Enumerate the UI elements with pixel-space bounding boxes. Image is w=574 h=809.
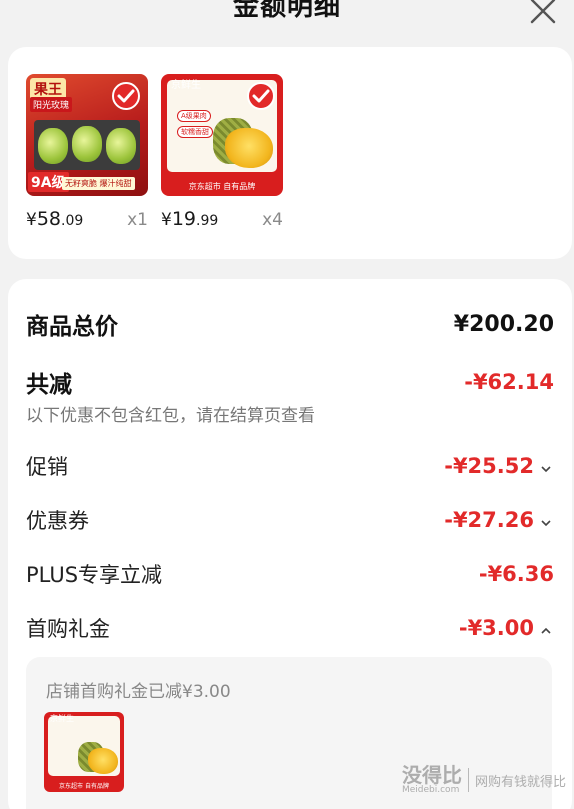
price-summary-card: 商品总价 ¥200.20 共减 -¥62.14 以下优惠不包含红包，请在结算页查…	[8, 279, 572, 809]
watermark: 没得比 Meidebi.com 网购有钱就得比	[402, 765, 566, 795]
plus-discount-row: PLUS专享立减 -¥6.36	[26, 559, 554, 589]
durian-product-thumbnail: 京鲜生 京东超市 自有品牌	[44, 712, 124, 792]
product-item-durian[interactable]: A级果肉 软糯香甜 京鲜生 京东超市 自有品牌 ¥19.99 x4	[161, 74, 283, 232]
total-price-label: 商品总价	[26, 314, 118, 340]
durian-footer-label: 京东超市 自有品牌	[188, 182, 256, 191]
watermark-slogan: 网购有钱就得比	[474, 774, 566, 790]
coupon-value: -¥27.26	[444, 508, 554, 532]
close-icon[interactable]	[526, 0, 560, 28]
grape-subtitle-label: 阳光玫瑰	[30, 97, 73, 112]
durian-brand-label: 京鲜生	[171, 80, 201, 91]
watermark-url: Meidebi.com	[401, 785, 460, 795]
first-purchase-value: -¥3.00	[459, 616, 554, 640]
coupon-label: 优惠券	[26, 509, 89, 533]
plus-discount-value: -¥6.36	[478, 562, 554, 586]
promotion-value: -¥25.52	[444, 454, 554, 478]
watermark-brand: 没得比 Meidebi.com	[402, 765, 462, 795]
watermark-main: 没得比	[401, 763, 462, 787]
check-icon	[112, 82, 140, 110]
thumbnail-footer-label: 京东超市 自有品牌	[59, 783, 109, 790]
grape-slogan-label: 无籽爽脆 爆汁纯甜	[62, 177, 135, 190]
durian-tag-label: 软糯香甜	[177, 126, 213, 138]
promotion-label: 促销	[26, 455, 68, 479]
check-icon	[247, 82, 275, 110]
chevron-down-icon[interactable]	[538, 512, 554, 528]
total-discount-value: -¥62.14	[464, 370, 554, 394]
product-price: ¥58.09	[26, 208, 84, 230]
chevron-down-icon[interactable]	[538, 458, 554, 474]
first-purchase-label: 首购礼金	[26, 617, 110, 641]
first-purchase-row[interactable]: 首购礼金 -¥3.00	[26, 613, 554, 643]
plus-discount-label: PLUS专享立减	[26, 563, 163, 587]
grape-box-image	[34, 120, 140, 170]
product-price-row: ¥58.09 x1	[26, 208, 148, 232]
grape-product-image[interactable]: 果王 阳光玫瑰 9A级 无籽爽脆 爆汁纯甜	[26, 74, 148, 196]
durian-tag-label: A级果肉	[177, 110, 211, 122]
first-purchase-detail-text: 店铺首购礼金已减¥3.00	[46, 682, 231, 702]
product-item-grape[interactable]: 果王 阳光玫瑰 9A级 无籽爽脆 爆汁纯甜 ¥58.09 x1	[26, 74, 148, 232]
products-card: 果王 阳光玫瑰 9A级 无籽爽脆 爆汁纯甜 ¥58.09 x1 A级果肉 软糯香…	[8, 47, 572, 259]
product-price-row: ¥19.99 x4	[161, 208, 283, 232]
durian-product-image[interactable]: A级果肉 软糯香甜 京鲜生 京东超市 自有品牌	[161, 74, 283, 196]
promotion-row[interactable]: 促销 -¥25.52	[26, 451, 554, 481]
total-discount-row: 共减 -¥62.14	[26, 365, 554, 399]
total-price-row: 商品总价 ¥200.20	[26, 307, 554, 341]
product-quantity: x4	[262, 210, 283, 230]
total-price-value: ¥200.20	[453, 311, 554, 337]
thumbnail-brand-label: 京鲜生	[50, 714, 74, 723]
page-title: 金额明细	[232, 0, 341, 22]
coupon-row[interactable]: 优惠券 -¥27.26	[26, 505, 554, 535]
product-quantity: x1	[127, 210, 148, 230]
total-discount-label: 共减	[26, 372, 72, 398]
product-price: ¥19.99	[161, 208, 219, 230]
discount-note: 以下优惠不包含红包，请在结算页查看	[26, 406, 315, 426]
chevron-up-icon[interactable]	[538, 620, 554, 636]
